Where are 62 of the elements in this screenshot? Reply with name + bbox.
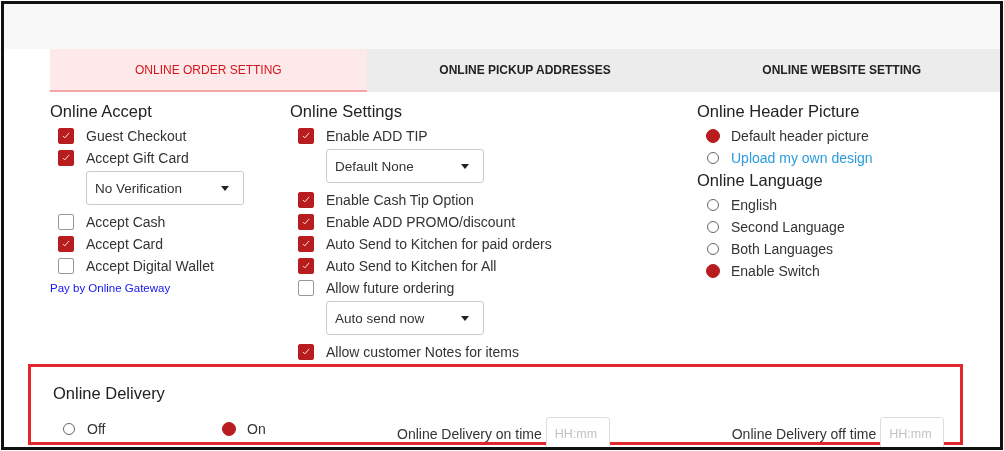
checkbox[interactable] <box>58 258 74 274</box>
time-field[interactable]: HH:mm <box>545 417 610 447</box>
radio-label: English <box>731 197 777 213</box>
check-icon <box>301 131 311 141</box>
checkbox[interactable] <box>58 214 74 230</box>
checkbox[interactable] <box>58 150 74 166</box>
caret-icon <box>461 315 469 321</box>
tab[interactable]: ONLINE WEBSITE SETTING <box>683 49 1000 92</box>
check-icon <box>301 195 311 205</box>
radio-label: Second Language <box>731 219 845 235</box>
checkbox-label: Accept Digital Wallet <box>86 258 214 274</box>
check-icon <box>61 131 71 141</box>
tab[interactable]: ONLINE PICKUP ADDRESSES <box>366 49 684 92</box>
section-heading: Online Language <box>697 171 824 190</box>
radio-button[interactable] <box>706 264 720 278</box>
checkbox[interactable] <box>298 214 314 230</box>
radio-label: Enable Switch <box>731 263 820 279</box>
dropdown[interactable]: No Verification <box>86 171 244 205</box>
checkbox-label: Auto Send to Kitchen for All <box>326 258 497 274</box>
checkbox-label: Allow customer Notes for items <box>326 344 519 360</box>
radio-button[interactable] <box>706 129 720 143</box>
section-heading: Online Accept <box>50 102 153 121</box>
gateway-link[interactable]: Pay by Online Gateway <box>50 282 171 294</box>
checkbox-label: Enable Cash Tip Option <box>326 192 474 208</box>
checkbox[interactable] <box>298 236 314 252</box>
checkbox-label: Accept Card <box>86 236 164 252</box>
dropdown[interactable]: Auto send now <box>326 301 484 335</box>
checkbox-label: Allow future ordering <box>326 280 455 296</box>
checkbox-label: Guest Checkout <box>86 128 187 144</box>
radio-label: Off <box>87 421 106 437</box>
caret-icon <box>461 163 469 169</box>
check-icon <box>61 239 71 249</box>
check-icon <box>301 239 311 249</box>
checkbox[interactable] <box>298 192 314 208</box>
checkbox-label: Auto Send to Kitchen for paid orders <box>326 236 552 252</box>
check-icon <box>61 153 71 163</box>
check-icon <box>301 261 311 271</box>
radio-button[interactable] <box>222 422 236 436</box>
checkbox[interactable] <box>298 344 314 360</box>
radio-label: Default header picture <box>731 128 869 144</box>
section-heading: Online Settings <box>290 102 403 121</box>
checkbox[interactable] <box>58 128 74 144</box>
field-label: Online Delivery off time <box>731 426 877 442</box>
checkbox[interactable] <box>58 236 74 252</box>
checkbox-label: Enable ADD TIP <box>326 128 428 144</box>
caret-icon <box>221 185 229 191</box>
radio-label: On <box>247 421 266 437</box>
checkbox-label: Enable ADD PROMO/discount <box>326 214 516 230</box>
dropdown[interactable]: Default None <box>326 149 484 183</box>
checkbox[interactable] <box>298 128 314 144</box>
field-label: Online Delivery on time <box>397 426 542 442</box>
section-heading: Online Header Picture <box>697 102 861 121</box>
checkbox[interactable] <box>298 258 314 274</box>
check-icon <box>301 217 311 227</box>
check-icon <box>301 347 311 357</box>
time-field[interactable]: HH:mm <box>880 417 945 447</box>
checkbox[interactable] <box>298 280 314 296</box>
section-heading: Online Delivery <box>53 384 166 403</box>
tab[interactable]: ONLINE ORDER SETTING <box>50 49 367 92</box>
checkbox-label: Accept Gift Card <box>86 150 189 166</box>
radio-label: Both Languages <box>731 241 833 257</box>
checkbox-label: Accept Cash <box>86 214 166 230</box>
